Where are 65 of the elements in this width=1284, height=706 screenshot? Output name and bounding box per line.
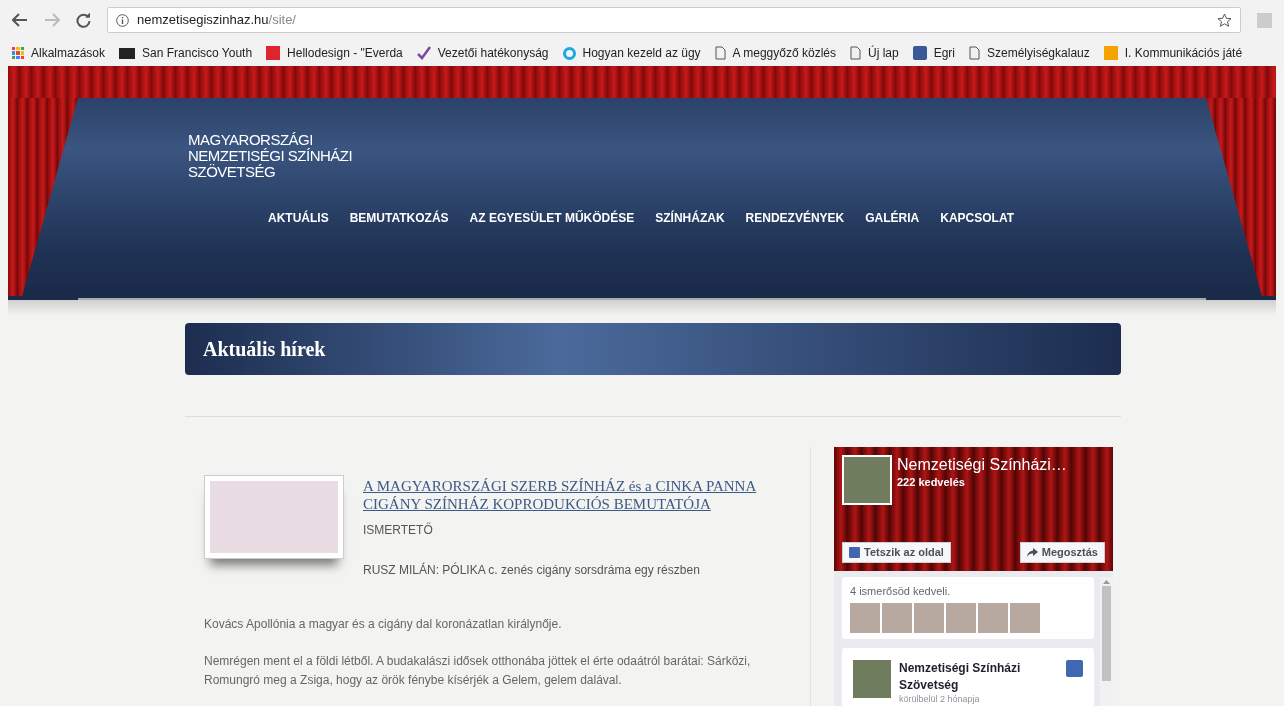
info-icon[interactable] bbox=[116, 13, 129, 27]
ring-icon bbox=[562, 46, 576, 60]
page-icon bbox=[714, 46, 726, 60]
article-category: ISMERTETŐ bbox=[363, 521, 434, 539]
checkmark-icon bbox=[416, 46, 431, 60]
nav-link[interactable]: AZ EGYESÜLET MŰKÖDÉSE bbox=[469, 210, 635, 226]
article-title-link[interactable]: A MAGYARORSZÁGI SZERB SZÍNHÁZ és a CINKA PANNA CIGÁNY SZÍNHÁZ KOPRODUKCIÓS BEMUTATÓJA bbox=[363, 477, 790, 513]
post-author-link[interactable]: Nemzetiségi Színházi Szövetség bbox=[899, 659, 1058, 694]
article-subtitle: RUSZ MILÁN: PÓLIKA c. zenés cigány sorsdráma egy részben bbox=[363, 561, 701, 579]
facebook-icon bbox=[849, 547, 860, 558]
apps-grid-icon bbox=[12, 47, 24, 59]
bookmark-link[interactable]: I. Kommunikációs játé bbox=[1124, 44, 1243, 62]
bookmark-link[interactable]: Alkalmazások bbox=[31, 44, 106, 62]
logo-text[interactable]: NEMZETISÉGI SZÍNHÁZI bbox=[188, 148, 353, 164]
logo-text[interactable]: MAGYARORSZÁGI bbox=[188, 132, 313, 148]
back-arrow-icon[interactable] bbox=[12, 13, 28, 27]
bookmark-link[interactable]: A meggyőző közlés bbox=[732, 44, 836, 62]
facebook-icon[interactable] bbox=[1066, 659, 1083, 677]
bookmark-link[interactable]: Hogyan kezeld az ügy bbox=[582, 44, 701, 62]
reload-icon[interactable] bbox=[76, 12, 91, 28]
extension-icon[interactable] bbox=[1257, 12, 1272, 28]
article-paragraph: Kovács Apollónia a magyar és a cigány dal koronázatlan királynője. bbox=[204, 616, 563, 633]
nav-link[interactable]: GALÉRIA bbox=[865, 210, 920, 226]
like-page-button[interactable]: Tetszik az oldal bbox=[842, 542, 951, 563]
page-icon bbox=[850, 46, 861, 60]
nav-link[interactable]: RENDEZVÉNYEK bbox=[745, 210, 845, 226]
address-bar[interactable]: nemzetisegiszinhaz.hu/site/ bbox=[107, 7, 1241, 33]
share-arrow-icon bbox=[1026, 548, 1038, 557]
friend-avatar[interactable] bbox=[882, 602, 912, 633]
bookmark-link[interactable]: San Francisco Youth bbox=[142, 44, 253, 62]
site-favicon bbox=[119, 47, 136, 59]
post-time: körülbelül 2 hónapja bbox=[899, 693, 981, 704]
section-title: Aktuális hírek bbox=[203, 337, 326, 362]
friend-avatar[interactable] bbox=[978, 602, 1008, 633]
forward-arrow-icon[interactable] bbox=[44, 13, 60, 27]
friend-avatar[interactable] bbox=[850, 602, 880, 633]
friend-avatar[interactable] bbox=[946, 602, 976, 633]
site-favicon bbox=[266, 46, 281, 60]
article-paragraph: Nemrégen ment el a földi létből. A budakalászi idősek otthonába jöttek el érte odaátról barátai: Sárközi, Romungró meg a Zsiga, hogy az örök fénybe kísérjék a Gelem, gelem dalával. bbox=[204, 653, 752, 689]
bookmark-link[interactable]: Hellodesign - "Everda bbox=[287, 44, 403, 62]
site-favicon bbox=[1103, 46, 1118, 60]
nav-link[interactable]: SZÍNHÁZAK bbox=[655, 210, 725, 226]
likes-count: 222 kedvelés bbox=[897, 475, 966, 490]
bookmark-link[interactable]: Személyiségkalauz bbox=[987, 44, 1090, 62]
friend-avatar[interactable] bbox=[1010, 602, 1040, 633]
facebook-icon bbox=[912, 46, 927, 60]
nav-link[interactable]: BEMUTATKOZÁS bbox=[349, 210, 449, 226]
page-photo[interactable] bbox=[853, 659, 891, 698]
friends-like-text: 4 ismerősöd kedveli. bbox=[850, 584, 952, 599]
scroll-up-icon[interactable] bbox=[1103, 580, 1110, 584]
scrollbar[interactable] bbox=[1100, 577, 1113, 706]
bookmark-link[interactable]: Új lap bbox=[868, 44, 899, 62]
nav-link[interactable]: AKTUÁLIS bbox=[268, 210, 329, 226]
bookmark-link[interactable]: Egri bbox=[933, 44, 955, 62]
logo-text[interactable]: SZÖVETSÉG bbox=[188, 164, 276, 180]
theater-masks-image[interactable] bbox=[204, 475, 344, 559]
nav-link[interactable]: KAPCSOLAT bbox=[940, 210, 1015, 226]
star-icon[interactable] bbox=[1217, 12, 1232, 28]
page-photo[interactable] bbox=[842, 455, 892, 505]
page-icon bbox=[969, 46, 980, 60]
friend-avatar[interactable] bbox=[914, 602, 944, 633]
page-name-link[interactable]: Nemzetiségi Színházi… bbox=[897, 455, 1067, 474]
bookmark-link[interactable]: Vezetői hatékonyság bbox=[437, 44, 549, 62]
share-button[interactable]: Megosztás bbox=[1019, 542, 1105, 563]
url-text: nemzetisegiszinhaz.hu/site/ bbox=[137, 11, 296, 30]
